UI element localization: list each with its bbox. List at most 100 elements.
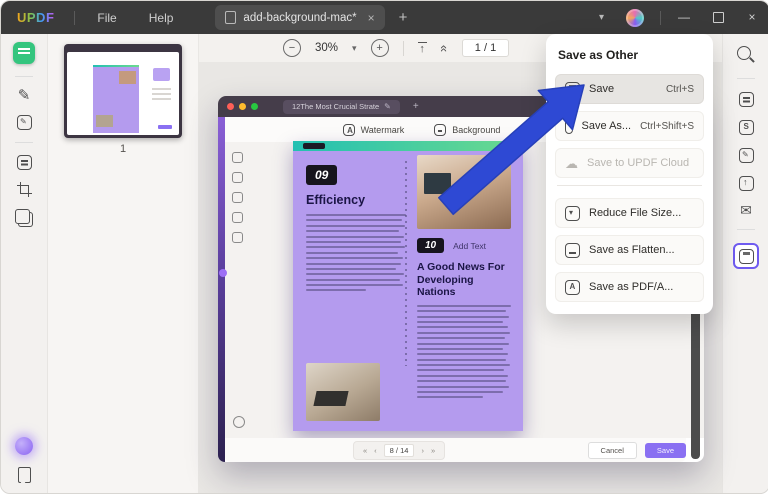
pdfa-icon <box>565 280 580 295</box>
pdf-page: 09 Efficiency <box>293 141 523 431</box>
page-indicator[interactable]: 1 / 1 <box>462 39 509 57</box>
inner-tool-icon <box>232 172 243 183</box>
last-page-icon: » <box>431 446 435 455</box>
crop-icon[interactable] <box>17 182 32 197</box>
mac-tab-title: 12The Most Crucial Strate <box>292 102 379 111</box>
zoom-dropdown-icon[interactable]: ▾ <box>352 43 357 54</box>
inner-tool-icon <box>232 232 243 243</box>
divider <box>403 41 404 56</box>
mac-close-dot <box>227 103 234 110</box>
section-heading: Efficiency <box>306 193 406 207</box>
page-margin-text <box>405 161 407 366</box>
chevron-down-icon[interactable]: ▾ <box>587 12 616 23</box>
thumbnail-photo <box>119 71 136 84</box>
share-icon[interactable] <box>739 176 754 191</box>
scroll-to-top-icon[interactable]: ↑ <box>418 42 427 55</box>
cloud-icon: ☁ <box>565 157 578 170</box>
flatten-icon <box>565 243 580 258</box>
mac-pagination: « ‹ 8 / 14 › » <box>353 441 445 460</box>
mail-icon[interactable]: ✉ <box>740 204 752 216</box>
left-toolbar: ✎ <box>1 34 48 493</box>
thumbnail-window <box>67 52 179 135</box>
menu-divider <box>557 185 702 186</box>
menu-item-save-to-cloud: ☁ Save to UPDF Cloud <box>555 148 704 178</box>
zoom-in-button[interactable]: + <box>371 39 389 57</box>
rename-icon: ✎ <box>384 102 391 111</box>
ai-assistant-icon[interactable] <box>15 437 33 455</box>
titlebar: UPDF File Help add-background-mac* × + ▾… <box>1 1 768 34</box>
mac-minimize-dot <box>239 103 246 110</box>
titlebar-divider <box>660 11 661 25</box>
menu-file[interactable]: File <box>81 11 132 25</box>
convert-icon[interactable] <box>739 120 754 135</box>
body-text-placeholder <box>417 305 511 399</box>
confirm-save-button: Save <box>645 443 686 458</box>
bookmark-icon[interactable] <box>18 467 31 483</box>
updf-app-window: UPDF File Help add-background-mac* × + ▾… <box>0 0 768 494</box>
ocr-icon[interactable] <box>739 92 754 107</box>
page-photo-people <box>417 155 511 229</box>
account-avatar[interactable] <box>626 9 644 27</box>
first-page-icon: « <box>363 446 367 455</box>
document-tab[interactable]: add-background-mac* × <box>215 5 384 30</box>
inner-tool-icon <box>232 192 243 203</box>
save-icon <box>565 82 580 97</box>
inner-tool-icon <box>232 152 243 163</box>
new-tab-button[interactable]: + <box>399 9 408 26</box>
reduce-file-size-icon <box>565 206 580 221</box>
page-header-stripe <box>293 141 523 151</box>
menu-item-save[interactable]: Save Ctrl+S <box>555 74 704 104</box>
page-thumbnail[interactable] <box>64 44 182 138</box>
panel-title: Save as Other <box>558 48 701 62</box>
prev-page-icon: ‹ <box>374 446 377 455</box>
form-fill-icon[interactable] <box>17 155 32 170</box>
menu-item-save-as-flatten[interactable]: Save as Flatten... <box>555 235 704 265</box>
save-icon <box>739 249 754 264</box>
annotate-pen-icon[interactable]: ✎ <box>18 89 31 103</box>
next-page-icon: › <box>421 446 424 455</box>
menu-help[interactable]: Help <box>133 11 190 25</box>
titlebar-divider <box>74 11 75 25</box>
thumbnail-page-number: 1 <box>48 143 198 155</box>
save-as-other-panel: Save as Other Save Ctrl+S Save As... Ctr… <box>546 34 713 314</box>
document-tab-title: add-background-mac* <box>243 12 356 24</box>
menu-item-save-as-pdfa[interactable]: Save as PDF/A... <box>555 272 704 302</box>
right-toolbar: ✉ <box>722 34 768 493</box>
save-tool-active[interactable] <box>733 243 759 269</box>
menu-item-save-as[interactable]: Save As... Ctrl+Shift+S <box>555 111 704 141</box>
edit-pdf-icon[interactable] <box>17 115 32 130</box>
sign-icon[interactable] <box>739 148 754 163</box>
zoom-out-button[interactable]: − <box>283 39 301 57</box>
document-icon <box>225 11 236 24</box>
divider <box>15 76 33 77</box>
maximize-button[interactable] <box>701 1 735 34</box>
page-photo-laptop <box>306 363 380 421</box>
tab-close-icon[interactable]: × <box>368 11 375 25</box>
menu-item-reduce-file-size[interactable]: Reduce File Size... <box>555 198 704 228</box>
section-number-badge: 10 <box>417 238 444 253</box>
watermark-icon <box>343 124 355 136</box>
close-button[interactable]: × <box>735 1 768 34</box>
divider <box>737 229 755 230</box>
body-text-placeholder <box>306 214 406 291</box>
thumbnail-page <box>93 65 139 133</box>
zoom-level: 30% <box>315 42 338 54</box>
previous-page-icon[interactable]: « <box>437 44 452 51</box>
search-icon[interactable] <box>737 46 751 60</box>
thumbnail-photo <box>96 115 113 127</box>
mac-document-tab: 12The Most Crucial Strate ✎ <box>283 100 400 114</box>
background-icon <box>434 124 446 136</box>
maximize-icon <box>713 12 724 23</box>
organize-pages-icon[interactable] <box>15 209 30 224</box>
add-text-label: Add Text <box>453 241 486 251</box>
mac-bottom-bar: « ‹ 8 / 14 › » Cancel Save <box>225 438 686 462</box>
page-right-column: 10 Add Text A Good News For Developing N… <box>417 155 511 402</box>
reader-view-icon[interactable] <box>13 42 35 64</box>
thumbnail-button <box>158 125 172 129</box>
thumbnail-panel: 1 <box>48 34 199 493</box>
updf-logo: UPDF <box>17 10 54 25</box>
mac-new-tab-icon: + <box>413 101 419 112</box>
minimize-button[interactable]: — <box>667 1 701 34</box>
inner-tool-icon <box>232 212 243 223</box>
mac-tool-rail <box>232 152 243 243</box>
